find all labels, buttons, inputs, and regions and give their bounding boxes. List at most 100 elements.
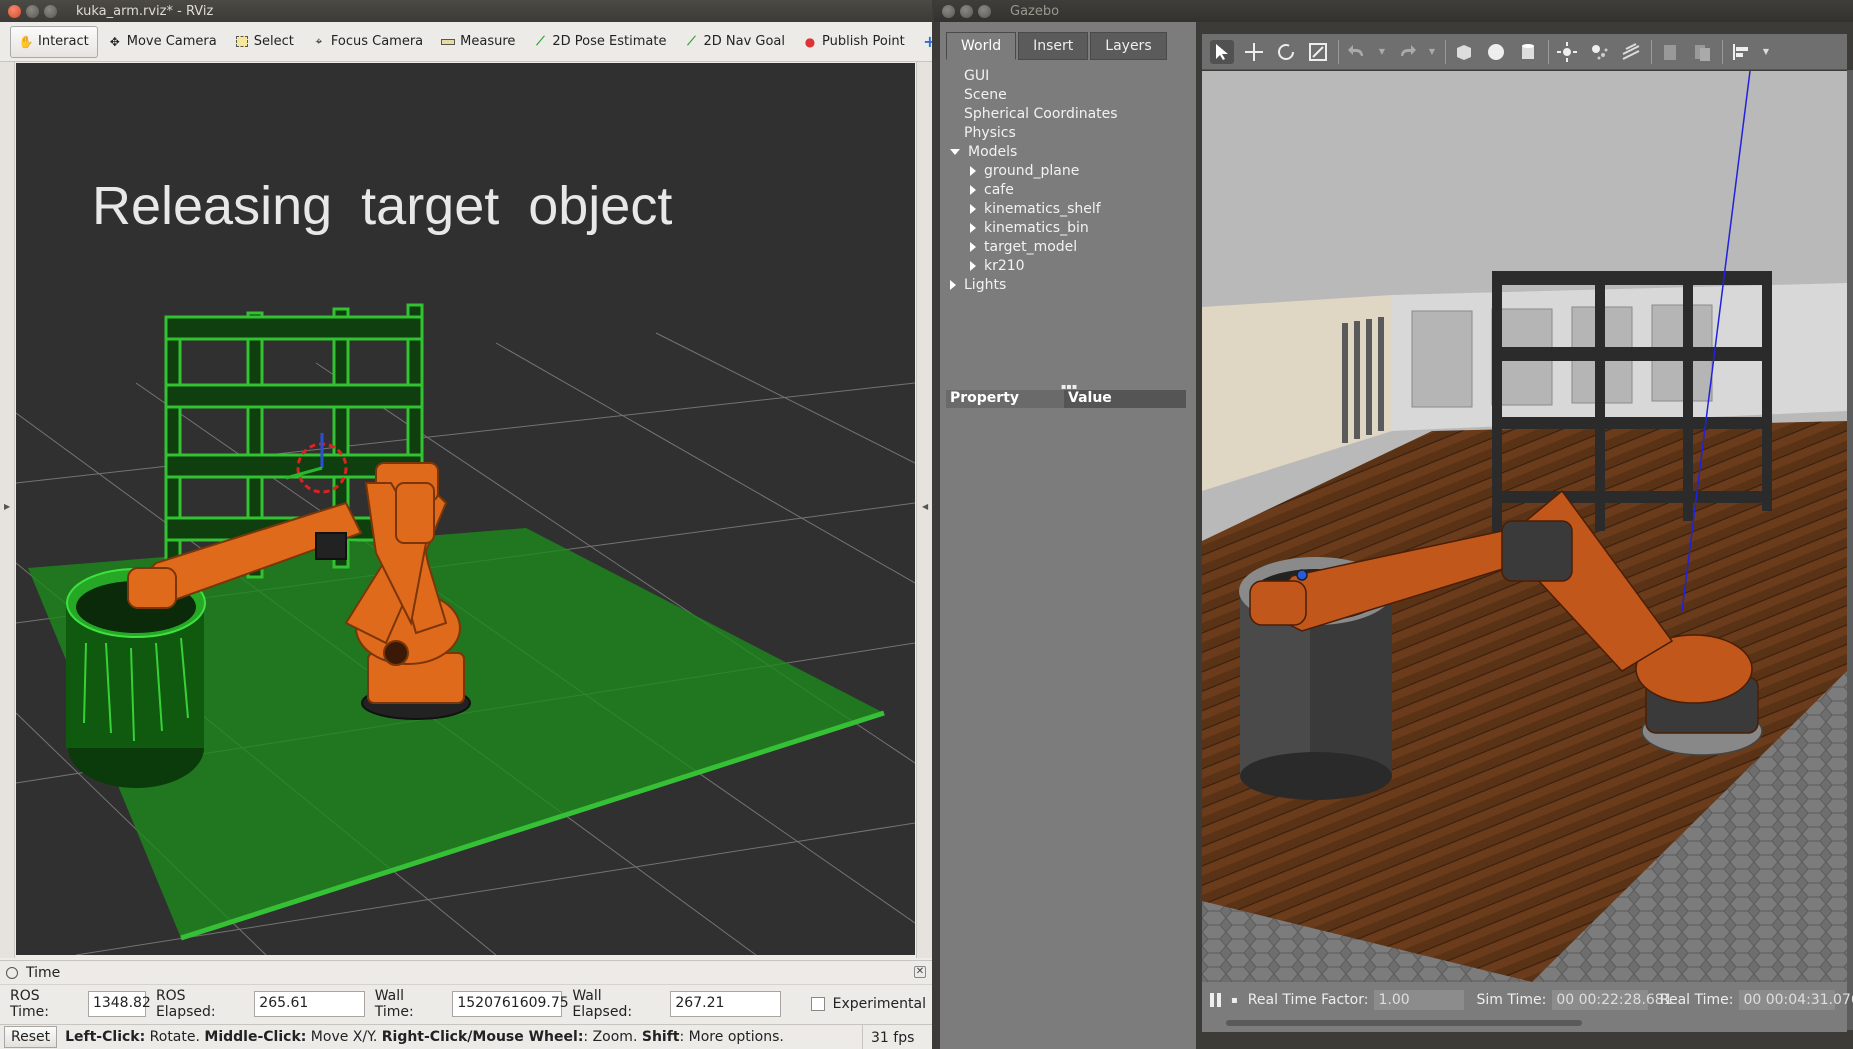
cylinder-icon <box>1522 43 1534 59</box>
tool-measure[interactable]: Measure <box>433 26 523 58</box>
tree-label: kinematics_bin <box>984 219 1089 236</box>
toolbar-overflow-dropdown[interactable]: ▼ <box>1761 40 1771 64</box>
paste-button[interactable] <box>1690 40 1714 64</box>
tab-world[interactable]: World <box>946 32 1017 60</box>
toolbar-separator <box>1722 39 1723 64</box>
tool-move-camera[interactable]: ✥ Move Camera <box>100 26 225 58</box>
tab-layers[interactable]: Layers <box>1090 32 1167 60</box>
paste-icon <box>1695 44 1710 61</box>
ros-time-field[interactable]: 1348.82 <box>87 991 151 1017</box>
chevron-right-icon: ▶ <box>4 502 11 511</box>
tree-item-models[interactable]: Models <box>944 142 1192 161</box>
align-button[interactable] <box>1729 40 1753 64</box>
hint-text: Rotate. <box>145 1029 205 1045</box>
tree-item-gui[interactable]: GUI <box>944 66 1192 85</box>
wall-time-field[interactable]: 1520761609.75 <box>452 991 569 1017</box>
experimental-checkbox[interactable] <box>810 997 825 1011</box>
gazebo-titlebar: Gazebo <box>934 0 1853 22</box>
step-indicator-icon: ▪ <box>1231 994 1238 1006</box>
hint-text: : Zoom. <box>583 1029 642 1045</box>
reset-button[interactable]: Reset <box>4 1026 58 1048</box>
insert-point-light-button[interactable] <box>1555 40 1579 64</box>
tool-label: Focus Camera <box>330 34 424 49</box>
tab-insert[interactable]: Insert <box>1018 32 1089 60</box>
rtf-label: Real Time Factor: <box>1247 992 1369 1008</box>
tool-2d-pose-estimate[interactable]: ⟋ 2D Pose Estimate <box>525 26 674 58</box>
expand-right-icon <box>970 241 976 252</box>
redo-button[interactable] <box>1395 40 1419 64</box>
time-panel-fields: ROS Time: 1348.82 ROS Elapsed: 265.61 Wa… <box>0 985 932 1023</box>
rviz-3d-viewport[interactable]: Releasing target object <box>16 63 915 955</box>
close-panel-button[interactable]: ✕ <box>914 966 926 978</box>
redo-history-dropdown[interactable]: ▼ <box>1427 40 1437 64</box>
move-arrows-icon <box>1245 42 1263 61</box>
expand-down-icon <box>950 148 960 155</box>
window-title: kuka_arm.rviz* - RViz <box>76 3 214 19</box>
minimize-window-button[interactable] <box>960 4 973 18</box>
cursor-arrow-icon <box>1216 43 1228 60</box>
tree-item-model[interactable]: target_model <box>944 237 1192 256</box>
select-mode-button[interactable] <box>1210 39 1234 64</box>
maximize-window-button[interactable] <box>978 4 991 18</box>
expand-right-icon <box>970 260 976 271</box>
scale-mode-button[interactable] <box>1306 40 1330 64</box>
experimental-label: Experimental <box>832 996 926 1012</box>
gazebo-3d-viewport[interactable] <box>1202 71 1847 982</box>
redo-icon <box>1401 44 1416 56</box>
horizontal-scrollbar[interactable] <box>1226 1020 1582 1026</box>
right-panel-handle[interactable] <box>1847 70 1853 1030</box>
spotlight-icon <box>1592 44 1608 59</box>
maximize-window-button[interactable] <box>44 4 57 18</box>
tool-select[interactable]: Select <box>227 26 302 58</box>
tree-item-model[interactable]: kinematics_bin <box>944 218 1192 237</box>
hint-text: : More options. <box>679 1029 784 1045</box>
ruler-icon <box>441 35 456 49</box>
property-table-header: Property Value <box>946 390 1186 408</box>
insert-box-button[interactable] <box>1452 40 1476 64</box>
tree-item-scene[interactable]: Scene <box>944 85 1192 104</box>
left-panel-tabs: World Insert Layers <box>946 32 1169 60</box>
tool-focus-camera[interactable]: ⌖ Focus Camera <box>304 26 431 58</box>
world-tree: GUI Scene Spherical Coordinates Physics … <box>944 66 1192 402</box>
tree-item-model[interactable]: cafe <box>944 180 1192 199</box>
right-dock-handle[interactable]: ◀ <box>916 62 932 958</box>
tree-item-lights[interactable]: Lights <box>944 275 1192 294</box>
directional-light-icon <box>1622 42 1640 60</box>
add-tool-button[interactable]: + <box>915 26 932 58</box>
minimize-window-button[interactable] <box>26 4 39 18</box>
copy-icon <box>1664 44 1676 60</box>
rviz-toolbar: ✋ Interact ✥ Move Camera Select ⌖ Focus … <box>0 22 932 62</box>
tree-item-physics[interactable]: Physics <box>944 123 1192 142</box>
ros-elapsed-field[interactable]: 265.61 <box>254 991 365 1017</box>
insert-directional-light-button[interactable] <box>1619 40 1643 64</box>
rotate-mode-button[interactable] <box>1274 40 1298 64</box>
expand-right-icon <box>970 184 976 195</box>
tool-publish-point[interactable]: ● Publish Point <box>795 26 913 58</box>
tree-item-model[interactable]: kinematics_shelf <box>944 199 1192 218</box>
insert-cylinder-button[interactable] <box>1516 40 1540 64</box>
tree-item-model[interactable]: ground_plane <box>944 161 1192 180</box>
close-window-button[interactable] <box>942 4 955 18</box>
insert-spot-light-button[interactable] <box>1587 40 1611 64</box>
tree-item-model[interactable]: kr210 <box>944 256 1192 275</box>
tree-item-spherical-coordinates[interactable]: Spherical Coordinates <box>944 104 1192 123</box>
undo-button[interactable] <box>1345 40 1369 64</box>
undo-history-dropdown[interactable]: ▼ <box>1377 40 1387 64</box>
close-window-button[interactable] <box>8 4 21 18</box>
translate-mode-button[interactable] <box>1242 40 1266 64</box>
status-hint: Left-Click: Rotate. Middle-Click: Move X… <box>65 1029 784 1045</box>
tool-label: Move Camera <box>126 34 217 49</box>
pause-button[interactable] <box>1210 993 1222 1007</box>
hint-key: Right-Click/Mouse Wheel: <box>381 1029 584 1045</box>
toolbar-separator <box>1338 39 1339 64</box>
tool-interact[interactable]: ✋ Interact <box>10 25 98 58</box>
insert-sphere-button[interactable] <box>1484 40 1508 64</box>
focus-icon: ⌖ <box>315 34 323 48</box>
left-dock-handle[interactable]: ▶ <box>0 62 15 958</box>
wall-elapsed-field[interactable]: 267.21 <box>670 991 781 1017</box>
gazebo-toolbar: ▼ ▼ ▼ <box>1202 34 1847 70</box>
copy-button[interactable] <box>1658 40 1682 64</box>
real-time-value: 00 00:04:31.076 <box>1739 990 1853 1010</box>
tool-2d-nav-goal[interactable]: ⟋ 2D Nav Goal <box>676 26 793 58</box>
tool-label: 2D Nav Goal <box>703 34 786 49</box>
